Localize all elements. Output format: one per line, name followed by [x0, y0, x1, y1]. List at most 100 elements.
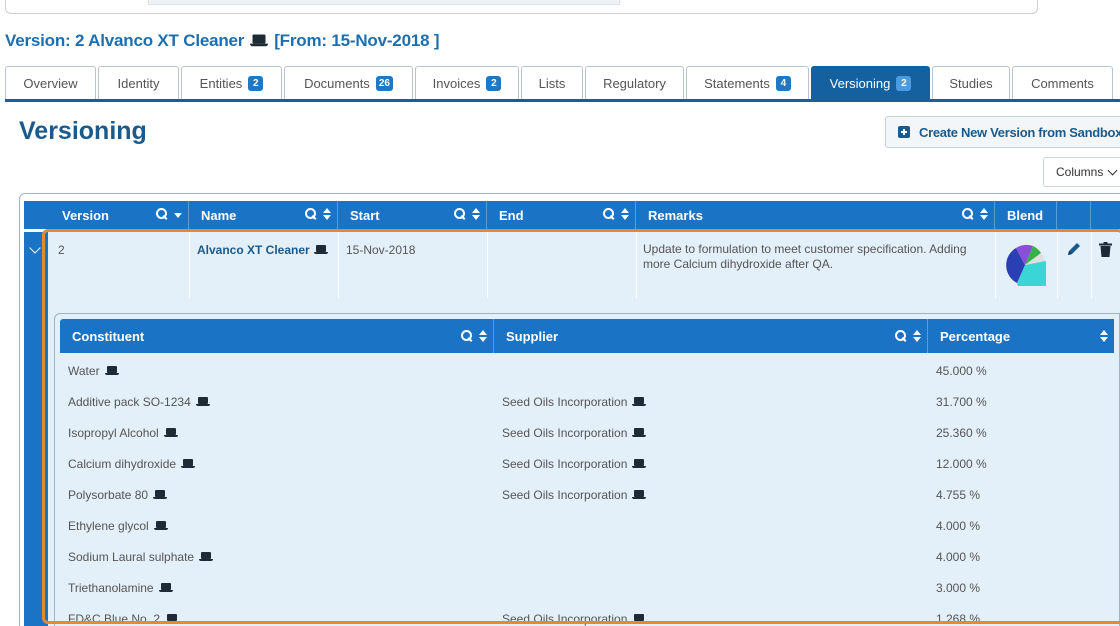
tab-badge: 2 — [896, 75, 912, 91]
constituent-percentage: 4.000 % — [936, 519, 981, 533]
constituent-name[interactable]: Isopropyl Alcohol — [68, 426, 159, 440]
version-from: [From: 15-Nov-2018 ] — [274, 31, 440, 50]
constituent-percentage: 45.000 % — [936, 364, 987, 378]
create-version-button[interactable]: Create New Version from Sandbox — [885, 116, 1120, 148]
column-header-constituent[interactable]: Constituent — [60, 319, 494, 353]
constituent-percentage: 25.360 % — [936, 426, 987, 440]
constituent-name[interactable]: Calcium dihydroxide — [68, 457, 176, 471]
column-header-percentage[interactable]: Percentage — [928, 319, 1114, 353]
row-expand-strip[interactable] — [24, 232, 48, 626]
tab-overview[interactable]: Overview — [5, 66, 96, 99]
laptop-icon — [181, 459, 196, 469]
sort-icon[interactable] — [472, 208, 480, 220]
table-row[interactable]: Additive pack SO-1234 Seed Oils Incorpor… — [60, 387, 1114, 418]
tab-comments[interactable]: Comments — [1012, 66, 1113, 99]
sort-icon[interactable] — [479, 330, 487, 342]
constituent-name[interactable]: Ethylene glycol — [68, 519, 149, 533]
tab-lists[interactable]: Lists — [521, 66, 583, 99]
column-divider — [1091, 232, 1092, 298]
constituent-percentage: 12.000 % — [936, 457, 987, 471]
column-header-edit — [1057, 201, 1091, 229]
sort-icon[interactable] — [621, 208, 629, 220]
tab-documents[interactable]: Documents 26 — [284, 66, 413, 99]
constituent-name[interactable]: Water — [68, 364, 100, 378]
page-title: Versioning — [19, 117, 147, 145]
column-divider — [1057, 232, 1058, 298]
search-input[interactable] — [148, 0, 620, 5]
tab-invoices[interactable]: Invoices 2 — [415, 66, 519, 99]
sort-icon[interactable] — [980, 208, 988, 220]
edit-pencil-icon[interactable] — [1066, 241, 1082, 257]
constituent-name[interactable]: Sodium Laural sulphate — [68, 550, 194, 564]
laptop-icon — [199, 552, 214, 562]
version-title: Version: 2 Alvanco XT Cleaner — [5, 31, 245, 50]
search-icon[interactable] — [461, 330, 473, 342]
tab-badge: 4 — [775, 75, 791, 91]
tab-regulatory[interactable]: Regulatory — [585, 66, 684, 99]
constituent-name[interactable]: Additive pack SO-1234 — [68, 395, 191, 409]
tab-badge: 26 — [375, 75, 393, 91]
column-divider — [189, 232, 190, 298]
tab-statements[interactable]: Statements 4 — [686, 66, 809, 99]
cell-start: 15-Nov-2018 — [346, 243, 416, 257]
sort-icon[interactable] — [1100, 330, 1108, 342]
cell-name[interactable]: Alvanco XT Cleaner — [197, 243, 328, 257]
chevron-down-icon — [1107, 165, 1118, 175]
version-name-link[interactable]: Alvanco XT Cleaner — [197, 243, 310, 257]
tab-identity[interactable]: Identity — [98, 66, 179, 99]
search-icon[interactable] — [156, 208, 168, 220]
search-icon[interactable] — [962, 208, 974, 220]
search-icon[interactable] — [895, 330, 907, 342]
search-icon[interactable] — [305, 208, 317, 220]
column-divider — [338, 232, 339, 298]
column-divider — [636, 232, 637, 298]
table-row[interactable]: FD&C Blue No. 2 Seed Oils Incorporation … — [60, 604, 1114, 626]
supplier-name[interactable]: Seed Oils Incorporation — [502, 488, 627, 502]
search-icon[interactable] — [454, 208, 466, 220]
column-header-start[interactable]: Start — [338, 201, 487, 229]
constituent-name[interactable]: Polysorbate 80 — [68, 488, 148, 502]
blend-pie-chart[interactable] — [1004, 244, 1046, 286]
search-box[interactable] — [5, 0, 1038, 14]
supplier-name[interactable]: Seed Oils Incorporation — [502, 457, 627, 471]
search-icon[interactable] — [603, 208, 615, 220]
table-row[interactable]: Water 45.000 % — [60, 356, 1114, 387]
table-row[interactable]: Ethylene glycol 4.000 % — [60, 511, 1114, 542]
table-row[interactable]: Sodium Laural sulphate 4.000 % — [60, 542, 1114, 573]
sort-icon[interactable] — [913, 330, 921, 342]
tab-bar: Overview Identity Entities 2 Documents 26 … — [5, 66, 1120, 102]
table-row[interactable]: Isopropyl Alcohol Seed Oils Incorporatio… — [60, 418, 1114, 449]
column-header-version[interactable]: Version — [50, 201, 189, 229]
constituent-name[interactable]: FD&C Blue No. 2 — [68, 612, 160, 626]
column-header-name[interactable]: Name — [189, 201, 338, 229]
laptop-icon — [632, 459, 647, 469]
column-header-remarks[interactable]: Remarks — [636, 201, 995, 229]
table-row[interactable]: Calcium dihydroxide Seed Oils Incorporat… — [60, 449, 1114, 480]
supplier-name[interactable]: Seed Oils Incorporation — [502, 426, 627, 440]
trash-icon[interactable] — [1099, 242, 1112, 257]
table-row[interactable]: Polysorbate 80 Seed Oils Incorporation 4… — [60, 480, 1114, 511]
constituent-percentage: 4.755 % — [936, 488, 981, 502]
laptop-icon — [313, 245, 328, 255]
tab-entities[interactable]: Entities 2 — [181, 66, 282, 99]
sort-icon[interactable] — [323, 208, 331, 220]
table-row[interactable]: Triethanolamine 3.000 % — [60, 573, 1114, 604]
laptop-icon — [163, 428, 178, 438]
supplier-name[interactable]: Seed Oils Incorporation — [502, 395, 627, 409]
column-header-delete — [1091, 201, 1120, 229]
tab-studies[interactable]: Studies — [932, 66, 1010, 99]
column-header-blend: Blend — [995, 201, 1057, 229]
caret-down-icon[interactable] — [174, 213, 182, 218]
supplier-name[interactable]: Seed Oils Incorporation — [502, 612, 627, 626]
laptop-icon — [153, 521, 168, 531]
create-version-label: Create New Version from Sandbox — [919, 124, 1120, 140]
constituent-name[interactable]: Triethanolamine — [68, 581, 154, 595]
tab-versioning[interactable]: Versioning 2 — [811, 66, 930, 99]
laptop-icon — [250, 34, 269, 48]
columns-button[interactable]: Columns — [1043, 157, 1120, 187]
column-header-supplier[interactable]: Supplier — [494, 319, 928, 353]
column-header-end[interactable]: End — [487, 201, 636, 229]
laptop-icon — [195, 397, 210, 407]
constituent-percentage: 31.700 % — [936, 395, 987, 409]
cell-version: 2 — [58, 243, 65, 257]
